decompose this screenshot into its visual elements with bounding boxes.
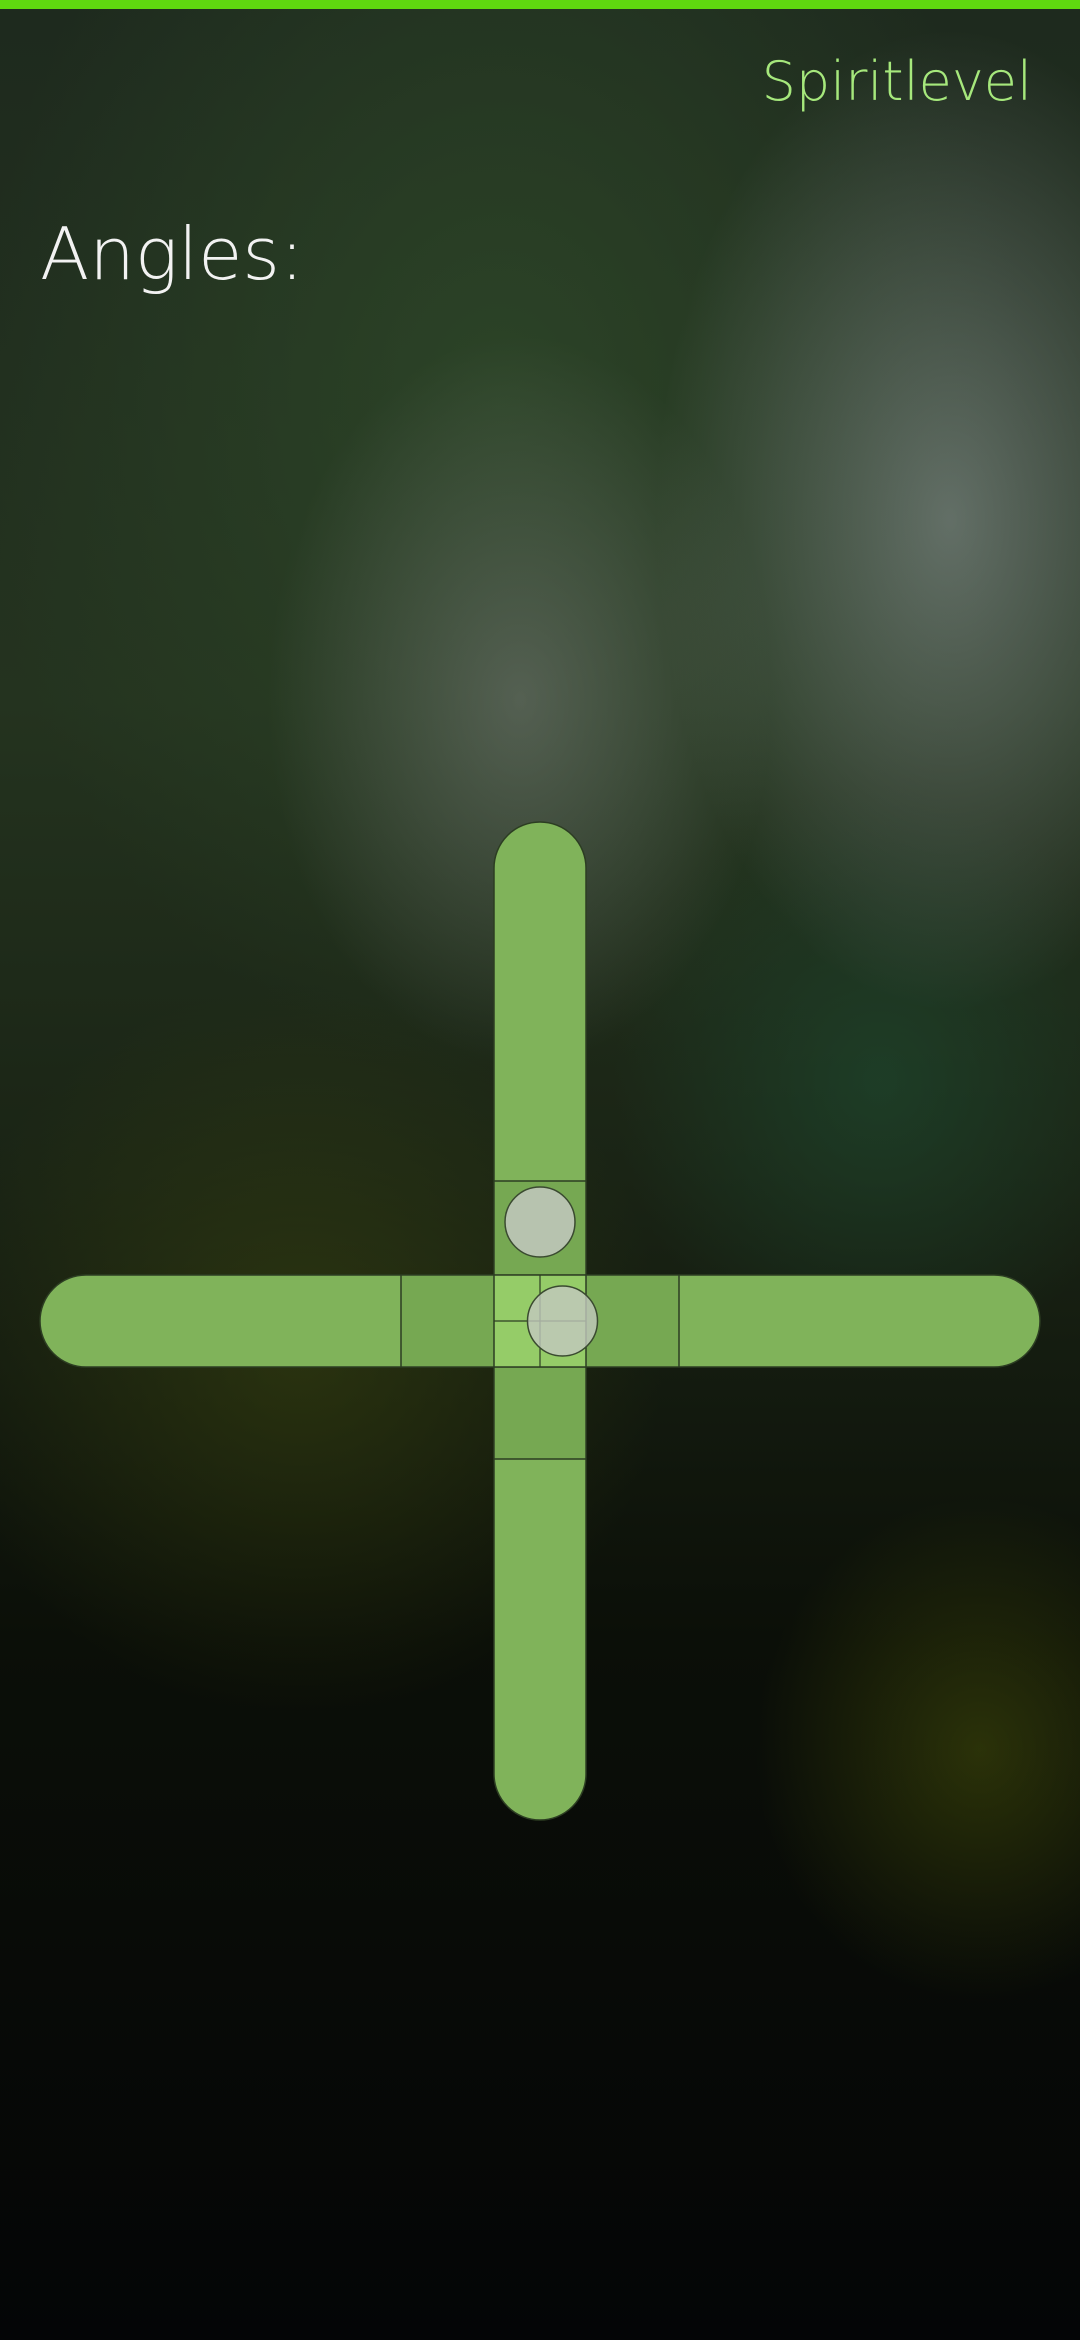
- spirit-level-screen: Spiritlevel Angles:: [0, 0, 1080, 2340]
- horizontal-level-bubble: [526, 1285, 599, 1357]
- spirit-level-gauge: [39, 821, 1041, 1821]
- vertical-level-bubble: [504, 1186, 576, 1258]
